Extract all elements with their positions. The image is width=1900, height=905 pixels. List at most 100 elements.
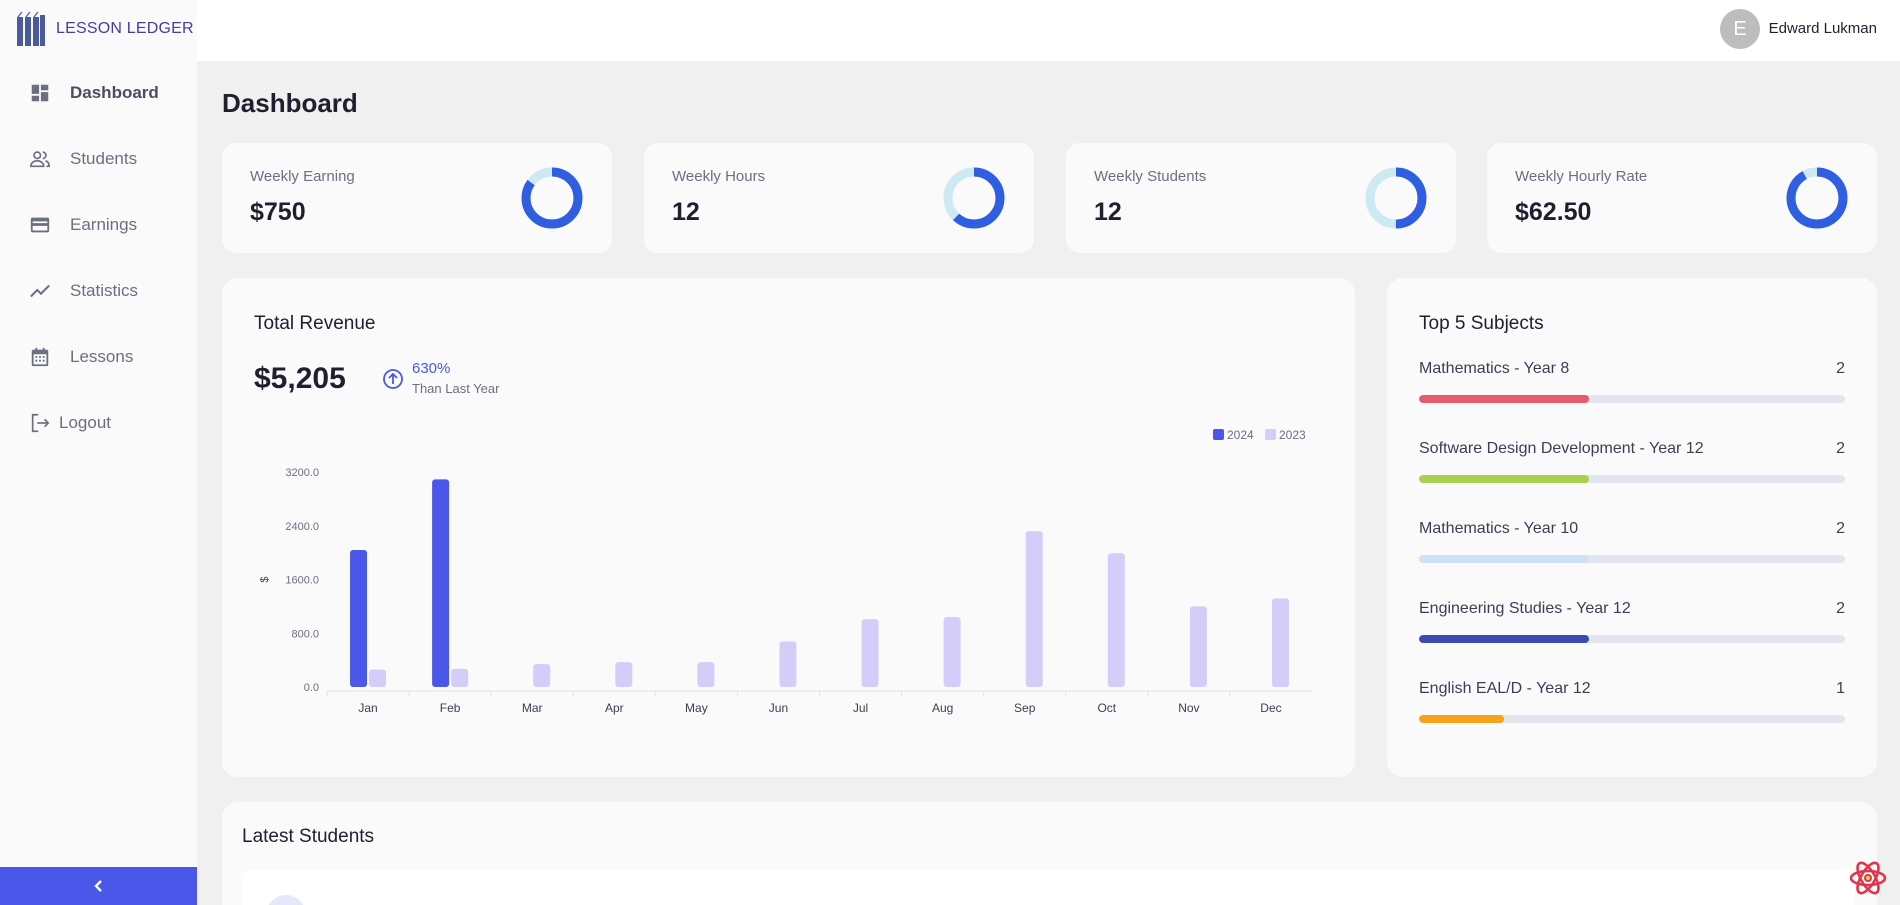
revenue-total: $5,205 — [254, 362, 346, 395]
stat-label: Weekly Hourly Rate — [1515, 168, 1648, 185]
latest-students-title: Latest Students — [242, 826, 375, 847]
bar-2023-jan[interactable] — [369, 669, 387, 687]
subject-row[interactable]: Software Design Development - Year 12 2 — [1419, 440, 1845, 483]
books-logo-icon — [17, 11, 45, 46]
bar-2023-oct[interactable] — [1107, 553, 1125, 687]
y-tick-label: 2400.0 — [285, 521, 319, 533]
subject-row[interactable]: Mathematics - Year 10 2 — [1419, 520, 1845, 563]
collapse-sidebar-button[interactable] — [0, 867, 197, 905]
x-tick-label: Mar — [522, 701, 543, 715]
x-tick-label: Sep — [1014, 701, 1036, 715]
app-logo[interactable]: LESSON LEDGER — [16, 11, 194, 47]
stat-ring-chart — [943, 167, 1005, 229]
stat-ring-chart — [1365, 167, 1427, 229]
subject-name: Software Design Development - Year 12 — [1419, 440, 1704, 457]
wallet-icon — [29, 214, 51, 236]
logo-text: LESSON LEDGER — [56, 20, 194, 37]
revenue-title: Total Revenue — [254, 313, 376, 334]
sidebar-item-dashboard[interactable]: Dashboard — [0, 60, 197, 126]
x-tick-label: Oct — [1097, 701, 1116, 715]
stat-label: Weekly Hours — [672, 168, 766, 185]
legend-label: 2023 — [1279, 428, 1306, 442]
subject-row[interactable]: Engineering Studies - Year 12 2 — [1419, 600, 1845, 643]
user-name[interactable]: Edward Lukman — [1769, 20, 1877, 37]
subject-name: Mathematics - Year 10 — [1419, 520, 1579, 537]
sidebar-nav: Dashboard Students Earnings Statistics L… — [0, 60, 197, 456]
legend-swatch — [1265, 429, 1276, 440]
people-icon — [29, 148, 51, 170]
logout-button[interactable]: Logout — [0, 390, 197, 456]
top-subjects-card: Top 5 Subjects Mathematics - Year 8 2 So… — [1387, 278, 1877, 777]
subject-count: 2 — [1836, 440, 1845, 457]
x-tick-label: Nov — [1178, 701, 1199, 715]
react-devtools-icon[interactable] — [1848, 858, 1888, 898]
x-tick-label: Jul — [853, 701, 868, 715]
x-tick-label: Dec — [1260, 701, 1281, 715]
subject-progress-track — [1419, 555, 1845, 563]
bar-2023-jun[interactable] — [779, 641, 797, 687]
top-header: E Edward Lukman — [197, 0, 1900, 61]
chevron-left-icon — [93, 880, 102, 892]
stat-label: Weekly Earning — [250, 168, 355, 185]
bar-2023-mar[interactable] — [533, 664, 551, 687]
y-axis-label: $ — [259, 576, 271, 582]
student-avatar — [266, 895, 306, 905]
bar-2023-nov[interactable] — [1189, 606, 1207, 687]
subject-row[interactable]: Mathematics - Year 8 2 — [1419, 360, 1845, 403]
stat-ring-chart — [521, 167, 583, 229]
calendar-icon — [29, 346, 51, 368]
dashboard-icon — [29, 82, 51, 104]
bar-2023-feb[interactable] — [451, 668, 469, 687]
y-tick-label: 800.0 — [291, 628, 319, 640]
sidebar-item-lessons[interactable]: Lessons — [0, 324, 197, 390]
stat-card-weekly-earning: Weekly Earning $750 — [222, 143, 612, 253]
subject-name: Engineering Studies - Year 12 — [1419, 600, 1631, 617]
subject-row[interactable]: English EAL/D - Year 12 1 — [1419, 680, 1845, 723]
total-revenue-card: 0.0 800.0 1600.0 2400.0 3200.0 $ Jan Feb Mar Apr M… — [222, 278, 1355, 777]
subject-progress-track — [1419, 635, 1845, 643]
bar-2024-jan[interactable] — [350, 549, 368, 687]
subject-progress-track — [1419, 395, 1845, 403]
stat-value: $62.50 — [1515, 198, 1592, 226]
bar-2023-jul[interactable] — [861, 619, 879, 687]
revenue-change-pct: 630% — [412, 360, 451, 377]
stat-value: 12 — [672, 198, 700, 226]
bar-2023-aug[interactable] — [943, 617, 961, 687]
subject-progress-fill — [1419, 395, 1590, 403]
ring-value-arc — [1786, 167, 1848, 229]
bar-2023-apr[interactable] — [615, 662, 633, 687]
bar-2023-sep[interactable] — [1025, 531, 1043, 687]
subject-count: 2 — [1836, 600, 1845, 617]
bar-2024-feb[interactable] — [432, 479, 450, 687]
latest-student-row[interactable] — [242, 869, 1855, 905]
legend-label: 2024 — [1227, 428, 1254, 442]
sidebar-item-statistics[interactable]: Statistics — [0, 258, 197, 324]
bar-2023-may[interactable] — [697, 662, 715, 687]
bar-2023-dec[interactable] — [1271, 598, 1289, 687]
subjects-title: Top 5 Subjects — [1419, 313, 1544, 334]
subject-count: 2 — [1836, 520, 1845, 537]
revenue-change-text: Than Last Year — [412, 381, 500, 396]
stat-value: 12 — [1094, 198, 1122, 226]
sidebar-item-label: Dashboard — [70, 83, 159, 102]
x-tick-label: Jun — [769, 701, 788, 715]
stat-value: $750 — [250, 198, 306, 226]
revenue-change: 630% Than Last Year — [382, 360, 499, 396]
logout-icon — [29, 412, 51, 434]
sidebar-item-students[interactable]: Students — [0, 126, 197, 192]
subject-count: 2 — [1836, 360, 1845, 377]
stat-label: Weekly Students — [1094, 168, 1207, 185]
sidebar-item-label: Earnings — [70, 215, 138, 234]
subject-progress-track — [1419, 715, 1845, 723]
sidebar-item-earnings[interactable]: Earnings — [0, 192, 197, 258]
x-tick-label: Jan — [358, 701, 377, 715]
x-tick-label: Feb — [440, 701, 461, 715]
subject-name: English EAL/D - Year 12 — [1419, 680, 1591, 697]
x-tick-label: May — [685, 701, 708, 715]
arrow-up-circle-icon — [383, 369, 403, 389]
user-avatar[interactable]: E — [1720, 9, 1760, 49]
stat-card-weekly-hours: Weekly Hours 12 — [644, 143, 1034, 253]
y-tick-label: 3200.0 — [285, 467, 319, 479]
stat-card-weekly-hourly-rate: Weekly Hourly Rate $62.50 — [1487, 143, 1877, 253]
subject-count: 1 — [1836, 680, 1845, 697]
